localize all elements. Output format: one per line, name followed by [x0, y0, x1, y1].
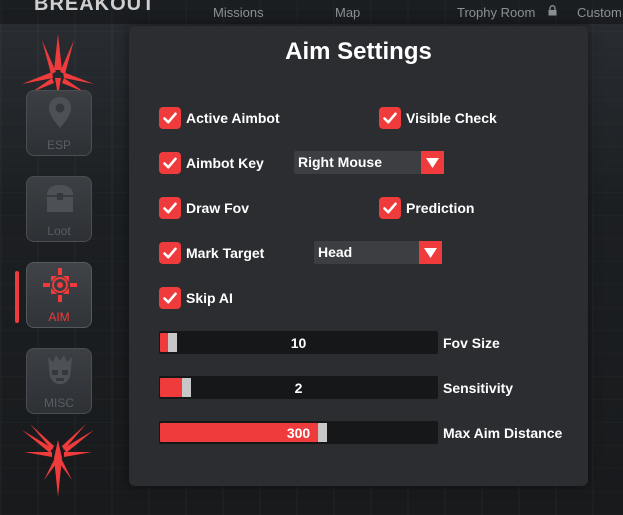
chevron-down-icon [424, 247, 437, 258]
chevron-down-icon [426, 157, 439, 168]
game-top-bar: BREAKOUT Missions Map Trophy Room Custom [0, 0, 623, 24]
sensitivity-slider[interactable]: 2 [159, 376, 438, 399]
nav-custom[interactable]: Custom [577, 5, 622, 20]
checkbox-label: Skip AI [186, 290, 233, 306]
sidebar-item-misc[interactable]: MISC [26, 348, 92, 414]
active-aimbot-checkbox[interactable] [159, 107, 181, 129]
skip-ai-checkbox[interactable] [159, 287, 181, 309]
slider-value: 10 [290, 335, 307, 351]
slider-label: Sensitivity [443, 380, 514, 396]
brand-emblem-icon [22, 34, 94, 96]
checkbox-label: Active Aimbot [186, 110, 280, 126]
game-logo: BREAKOUT [34, 0, 156, 15]
visible-check-option: Visible Check [379, 107, 497, 129]
skull-icon [48, 355, 72, 384]
mark-target-dropdown[interactable]: Head [314, 241, 442, 264]
panel-title: Aim Settings [285, 38, 432, 65]
draw-fov-checkbox[interactable] [159, 197, 181, 219]
checkmark-icon [163, 157, 177, 169]
dropdown-arrow[interactable] [421, 151, 444, 174]
nav-trophy-room[interactable]: Trophy Room [457, 5, 535, 20]
checkmark-icon [163, 202, 177, 214]
aimbot-key-dropdown[interactable]: Right Mouse [294, 151, 444, 174]
slider-value: 300 [286, 425, 311, 441]
brand-emblem-bottom-icon [22, 424, 94, 497]
sidebar-item-label: Loot [47, 224, 71, 238]
sidebar-item-aim[interactable]: AIM [26, 262, 92, 328]
checkbox-label: Aimbot Key [186, 155, 264, 171]
nav-map[interactable]: Map [335, 5, 360, 20]
aim-settings-panel: Aim Settings Active Aimbot Visible Check… [129, 26, 588, 486]
visible-check-checkbox[interactable] [379, 107, 401, 129]
aimbot-key-option: Aimbot Key [159, 152, 264, 174]
dropdown-arrow[interactable] [419, 241, 442, 264]
sidebar: ESP Loot AIM MISC [0, 24, 110, 515]
mark-target-checkbox[interactable] [159, 242, 181, 264]
nav-missions[interactable]: Missions [213, 5, 264, 20]
checkbox-label: Draw Fov [186, 200, 250, 216]
active-tab-indicator [15, 271, 19, 323]
active-aimbot-option: Active Aimbot [159, 107, 280, 129]
draw-fov-option: Draw Fov [159, 197, 249, 219]
lock-icon [548, 5, 557, 16]
max-aim-distance-slider[interactable]: 300 [159, 421, 438, 444]
checkmark-icon [383, 112, 397, 124]
checkbox-label: Visible Check [406, 110, 497, 126]
slider-label: Max Aim Distance [443, 425, 563, 441]
chest-icon [47, 185, 73, 212]
slider-value: 2 [294, 380, 303, 396]
checkmark-icon [163, 112, 177, 124]
checkmark-icon [163, 247, 177, 259]
sidebar-item-esp[interactable]: ESP [26, 90, 92, 156]
mark-target-option: Mark Target [159, 242, 264, 264]
dropdown-value: Head [318, 244, 353, 260]
prediction-checkbox[interactable] [379, 197, 401, 219]
checkbox-label: Mark Target [186, 245, 265, 261]
checkbox-label: Prediction [406, 200, 475, 216]
slider-label: Fov Size [443, 335, 500, 351]
sidebar-item-label: MISC [44, 396, 74, 410]
sidebar-item-label: ESP [46, 138, 71, 152]
sidebar-item-label: AIM [48, 310, 70, 324]
dropdown-value: Right Mouse [298, 154, 382, 170]
checkmark-icon [163, 292, 177, 304]
fov-size-slider[interactable]: 10 [159, 331, 438, 354]
skip-ai-option: Skip AI [159, 287, 233, 309]
sidebar-item-loot[interactable]: Loot [26, 176, 92, 242]
checkmark-icon [383, 202, 397, 214]
prediction-option: Prediction [379, 197, 474, 219]
aimbot-key-checkbox[interactable] [159, 152, 181, 174]
crosshair-target-icon [43, 268, 77, 302]
map-pin-icon [49, 97, 71, 128]
